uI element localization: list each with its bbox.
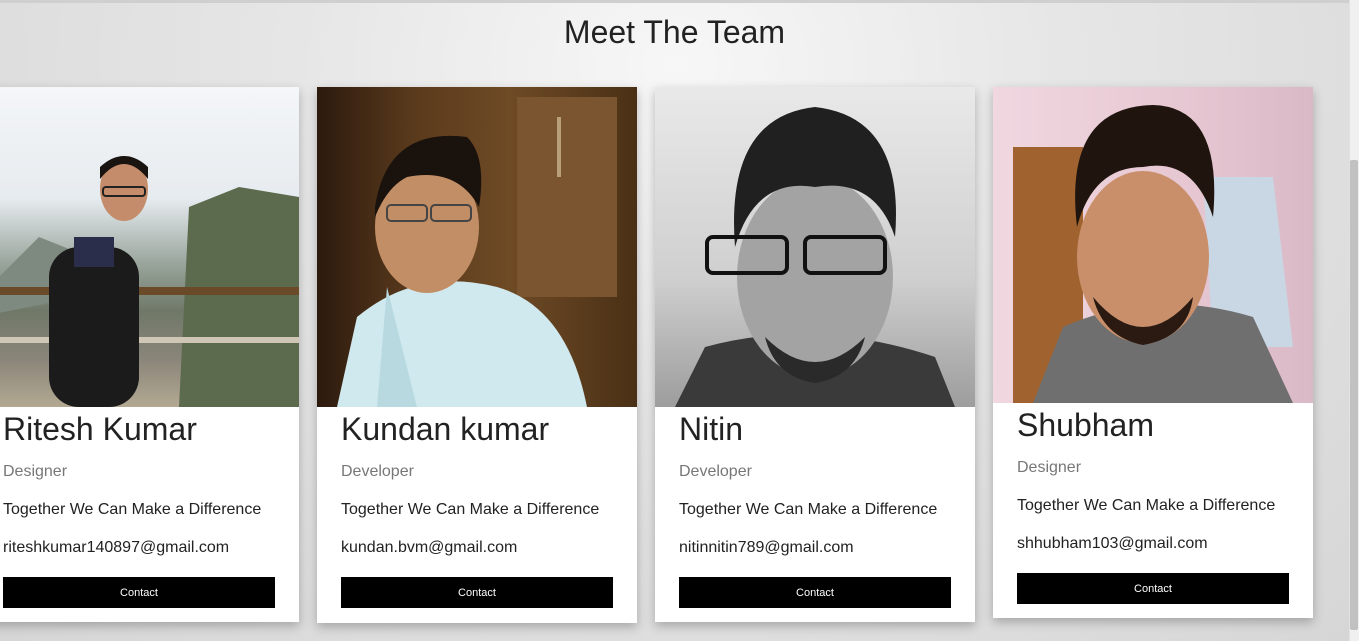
scrollbar-thumb[interactable] xyxy=(1350,160,1358,630)
member-email: nitinnitin789@gmail.com xyxy=(679,539,854,556)
member-name: Nitin xyxy=(679,411,744,447)
profile-photo xyxy=(0,87,299,407)
member-email: riteshkumar140897@gmail.com xyxy=(3,539,230,556)
member-role: Designer xyxy=(1017,459,1082,476)
contact-button[interactable]: Contact xyxy=(341,577,613,608)
profile-photo xyxy=(993,87,1313,403)
member-name: Shubham xyxy=(1017,407,1154,443)
member-email: kundan.bvm@gmail.com xyxy=(341,539,518,556)
team-card-ritesh: Ritesh Kumar Designer Together We Can Ma… xyxy=(0,87,299,622)
contact-button[interactable]: Contact xyxy=(3,577,275,608)
member-email: shhubham103@gmail.com xyxy=(1017,535,1208,552)
member-role: Developer xyxy=(341,463,414,480)
vertical-scrollbar[interactable] xyxy=(1349,0,1359,641)
person-portrait-icon xyxy=(1013,105,1293,403)
page-title: Meet The Team xyxy=(563,14,786,50)
member-name: Kundan kumar xyxy=(341,411,550,447)
member-name: Ritesh Kumar xyxy=(3,411,197,447)
profile-photo xyxy=(317,87,637,407)
member-quote: Together We Can Make a Difference xyxy=(679,501,938,518)
member-role: Developer xyxy=(679,463,752,480)
member-quote: Together We Can Make a Difference xyxy=(3,501,262,518)
member-quote: Together We Can Make a Difference xyxy=(1017,497,1276,514)
top-divider xyxy=(0,0,1349,3)
team-card-nitin: Nitin Developer Together We Can Make a D… xyxy=(655,87,975,622)
team-card-kundan: Kundan kumar Developer Together We Can M… xyxy=(317,87,637,623)
profile-photo xyxy=(655,87,975,407)
person-portrait-icon xyxy=(675,107,955,407)
member-role: Designer xyxy=(3,463,68,480)
person-portrait-icon xyxy=(0,156,299,407)
contact-button[interactable]: Contact xyxy=(1017,573,1289,604)
contact-button[interactable]: Contact xyxy=(679,577,951,608)
member-quote: Together We Can Make a Difference xyxy=(341,501,600,518)
person-portrait-icon xyxy=(337,97,617,407)
team-card-shubham: Shubham Designer Together We Can Make a … xyxy=(993,87,1313,618)
